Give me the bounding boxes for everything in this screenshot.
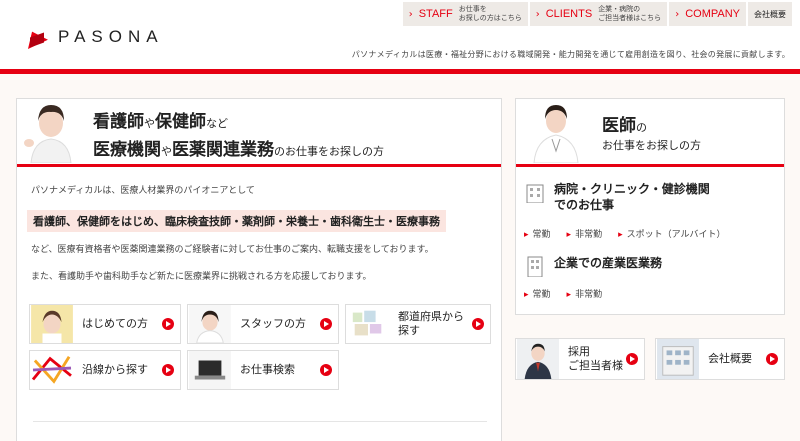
heading-nurse: 看護師 — [93, 112, 144, 132]
arrow-circle-icon — [162, 364, 174, 376]
doctor-photo — [526, 99, 586, 163]
intro-text-2: など、医療有資格者や医薬関連業務のご経験者に対してお仕事のご案内、転職支援をして… — [31, 245, 434, 255]
heading-ya2: や — [161, 145, 172, 158]
pasona-logo-icon — [22, 27, 48, 49]
office-building-icon — [527, 256, 543, 277]
panel-divider — [33, 421, 487, 422]
hospital-fulltime-link[interactable]: 常勤 — [524, 227, 551, 240]
hospital-links: 常勤 非常勤 スポット（アルバイト） — [524, 227, 726, 240]
doctor-heading-line2: お仕事をお探しの方 — [602, 139, 701, 152]
businessman-photo — [517, 339, 559, 379]
line-search-label: 沿線から探す — [82, 363, 148, 376]
nav-clients-label: CLIENTS — [545, 8, 593, 20]
line-search-button[interactable]: 沿線から探す — [29, 350, 181, 390]
intro-text-3: また、看護助手や歯科助手など新たに医療業界に挑戦される方を応援しております。 — [31, 272, 372, 282]
arrow-circle-icon — [472, 318, 484, 330]
logo-text: PASONA — [58, 27, 164, 46]
heading-job-seekers: のお仕事をお探しの方 — [274, 145, 384, 158]
pasona-logo[interactable]: PASONA — [22, 24, 164, 50]
doctor-jobs-panel: 医師の お仕事をお探しの方 病院・クリニック・健診機関 でのお仕事 常勤 非常勤… — [515, 98, 785, 315]
heading-nado: など — [206, 117, 228, 130]
company-profile-label: 会社概要 — [708, 352, 752, 365]
first-time-photo — [31, 305, 73, 343]
nurse-heading-line2: 医療機関や医薬関連業務のお仕事をお探しの方 — [93, 135, 384, 160]
laptop-photo — [189, 351, 231, 389]
nurse-photo — [21, 99, 81, 163]
arrow-circle-icon — [320, 364, 332, 376]
chevron-right-icon: › — [408, 8, 413, 20]
nav-clients[interactable]: › CLIENTS 企業・病院の ご担当者様はこちら — [529, 2, 668, 26]
company-profile-button[interactable]: 会社概要 — [655, 338, 785, 380]
top-nav: › STAFF お仕事を お探しの方はこちら › CLIENTS 企業・病院の … — [402, 2, 792, 26]
heading-medical-institutions: 医療機関 — [93, 140, 161, 160]
nav-company[interactable]: › COMPANY — [669, 2, 746, 26]
arrow-circle-icon — [162, 318, 174, 330]
nav-company-label: COMPANY — [685, 8, 740, 20]
prefecture-search-button[interactable]: 都道府県から 探す — [345, 304, 491, 344]
corporate-parttime-link[interactable]: 非常勤 — [567, 287, 602, 300]
job-search-button[interactable]: お仕事検索 — [187, 350, 339, 390]
nurse-panel-header: 看護師や保健師など 医療機関や医薬関連業務のお仕事をお探しの方 — [17, 99, 501, 167]
nav-staff-label: STAFF — [418, 8, 453, 20]
first-time-button[interactable]: はじめての方 — [29, 304, 181, 344]
nurse-heading-line1: 看護師や保健師など — [93, 107, 228, 132]
arrow-circle-icon — [320, 318, 332, 330]
corporate-fulltime-link[interactable]: 常勤 — [524, 287, 551, 300]
corporate-section-title: 企業での産業医業務 — [554, 256, 663, 270]
chevron-right-icon: › — [535, 8, 540, 20]
recruiter-label: 採用 ご担当者様 — [568, 345, 623, 372]
prefecture-search-label: 都道府県から 探す — [398, 310, 464, 337]
nav-company-profile-label: 会社概要 — [754, 9, 786, 19]
nav-company-profile[interactable]: 会社概要 — [748, 2, 792, 26]
heading-no: の — [636, 121, 647, 134]
nurse-jobs-panel: 看護師や保健師など 医療機関や医薬関連業務のお仕事をお探しの方 パソナメディカル… — [16, 98, 502, 441]
corporate-section: 企業での産業医業務 — [524, 255, 662, 277]
recruiter-button[interactable]: 採用 ご担当者様 — [515, 338, 645, 380]
hospital-section: 病院・クリニック・健診機関 でのお仕事 — [524, 181, 710, 213]
heading-doctor: 医師 — [602, 116, 636, 136]
staff-label: スタッフの方 — [240, 317, 306, 330]
staff-photo — [189, 305, 231, 343]
staff-button[interactable]: スタッフの方 — [187, 304, 339, 344]
route-map-thumbnail — [31, 351, 73, 389]
chevron-right-icon: › — [675, 8, 680, 20]
site-header: PASONA › STAFF お仕事を お探しの方はこちら › CLIENTS … — [0, 0, 800, 74]
heading-ya: や — [144, 117, 155, 130]
arrow-circle-icon — [766, 353, 778, 365]
doctor-heading-line1: 医師の — [602, 111, 647, 136]
nav-staff-sub: お仕事を お探しの方はこちら — [458, 5, 522, 22]
header-divider — [0, 69, 800, 74]
qualifications-highlight: 看護師、保健師をはじめ、臨床検査技師・薬剤師・栄養士・歯科衛生士・医療事務 — [27, 210, 446, 232]
office-building-photo — [657, 339, 699, 379]
doctor-panel-header: 医師の お仕事をお探しの方 — [516, 99, 784, 167]
hospital-section-title: 病院・クリニック・健診機関 でのお仕事 — [554, 182, 710, 212]
corporate-links: 常勤 非常勤 — [524, 287, 603, 300]
hospital-spot-link[interactable]: スポット（アルバイト） — [618, 227, 726, 240]
intro-text-1: パソナメディカルは、医療人材業界のパイオニアとして — [31, 186, 255, 196]
nav-staff[interactable]: › STAFF お仕事を お探しの方はこちら — [402, 2, 528, 26]
hospital-building-icon — [526, 184, 544, 203]
nav-clients-sub: 企業・病院の ご担当者様はこちら — [598, 5, 662, 22]
job-search-label: お仕事検索 — [240, 363, 295, 376]
map-thumbnail — [347, 305, 389, 343]
arrow-circle-icon — [626, 353, 638, 365]
first-time-label: はじめての方 — [82, 317, 148, 330]
heading-public-nurse: 保健師 — [155, 112, 206, 132]
hospital-parttime-link[interactable]: 非常勤 — [567, 227, 602, 240]
heading-pharma-work: 医薬関連業務 — [172, 140, 274, 160]
tagline: パソナメディカルは医療・福祉分野における職域開発・能力開発を通じて雇用創造を図り… — [351, 50, 790, 59]
